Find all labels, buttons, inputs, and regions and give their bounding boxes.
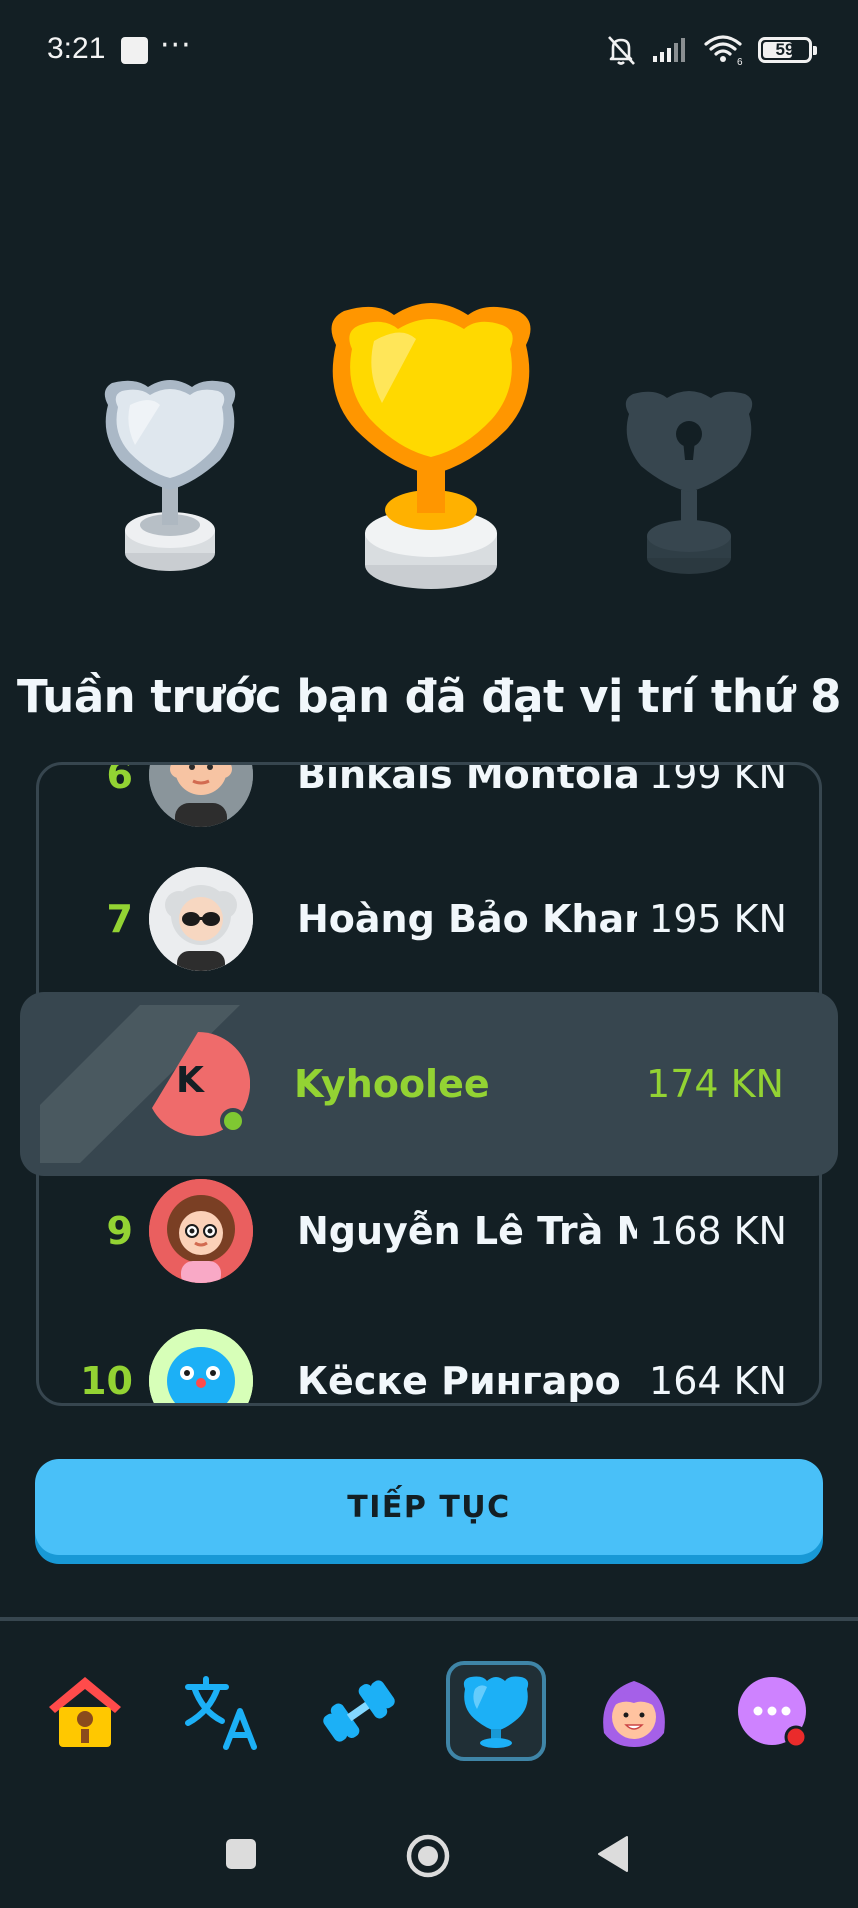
avatar (149, 765, 253, 827)
user-xp: 168 KN (649, 1209, 787, 1253)
dumbbell-icon (323, 1680, 395, 1742)
user-name: Binkals Montolalu (297, 762, 637, 797)
leaderboard-row[interactable]: 9 Nguyễn Lê Trà My 168 KN (39, 1166, 819, 1296)
avatar-letter: K (176, 1060, 204, 1101)
user-xp: 174 KN (646, 1062, 784, 1106)
online-status-dot (220, 1108, 246, 1134)
nav-translate[interactable] (172, 1661, 272, 1761)
svg-text:6: 6 (737, 57, 743, 66)
rank-number: 7 (106, 897, 133, 941)
user-xp: 199 KN (649, 762, 787, 797)
nav-profile[interactable] (584, 1661, 684, 1761)
profile-icon (603, 1681, 665, 1747)
translate-icon (185, 1676, 257, 1750)
avatar (149, 867, 253, 971)
leaderboard-row[interactable]: 10 Кёске Рингаро 164 KN (39, 1316, 819, 1403)
more-icon (738, 1677, 808, 1749)
avatar: K (146, 1032, 250, 1136)
status-time: 3:21 (47, 32, 106, 65)
more-notifications-icon: ··· (160, 28, 192, 63)
user-name: Hoàng Bảo Khang (297, 897, 637, 941)
avatar (149, 1179, 253, 1283)
rank-number: 6 (106, 762, 133, 797)
locked-trophy-icon (625, 391, 753, 574)
user-name: Nguyễn Lê Trà My (297, 1209, 637, 1253)
rank-number: 9 (106, 1209, 133, 1253)
nav-home[interactable] (35, 1661, 135, 1761)
user-xp: 195 KN (649, 897, 787, 941)
silver-trophy-icon (104, 380, 236, 571)
current-user-row[interactable]: K Kyhoolee 174 KN (36, 1019, 822, 1149)
leaderboard-row[interactable]: 7 Hoàng Bảo Khang 195 KN (39, 854, 819, 984)
back-button[interactable] (596, 1835, 630, 1873)
nav-practice[interactable] (309, 1661, 409, 1761)
leaderboard-icon (463, 1676, 529, 1748)
nav-leaderboard[interactable] (446, 1661, 546, 1761)
user-xp: 164 KN (649, 1359, 787, 1403)
rank-number: 10 (80, 1359, 133, 1403)
user-name: Kyhoolee (294, 1062, 490, 1106)
leaderboard-row[interactable]: 6 Binkals Montolalu 199 KN (39, 762, 819, 840)
result-headline: Tuần trước bạn đã đạt vị trí thứ 8 (17, 670, 841, 723)
bottom-nav (0, 1621, 858, 1791)
system-nav-bar (0, 1800, 858, 1908)
continue-button[interactable]: TIẾP TỤC (35, 1459, 823, 1555)
status-icons: 6 59 (604, 30, 817, 70)
signal-icon (653, 38, 685, 62)
home-icon (49, 1677, 121, 1747)
recents-button[interactable] (225, 1838, 257, 1870)
battery-icon: 59 (758, 37, 817, 63)
status-bar: 3:21 ··· 6 59 (0, 0, 858, 100)
notification-app-icon (121, 37, 148, 64)
gold-trophy-icon (331, 303, 531, 589)
avatar (149, 1329, 253, 1403)
battery-level: 59 (775, 40, 795, 59)
nav-more[interactable] (722, 1661, 822, 1761)
user-name: Кёске Рингаро (297, 1359, 621, 1403)
wifi-icon: 6 (704, 35, 743, 66)
home-button[interactable] (405, 1833, 451, 1879)
notifications-off-icon (608, 36, 635, 65)
